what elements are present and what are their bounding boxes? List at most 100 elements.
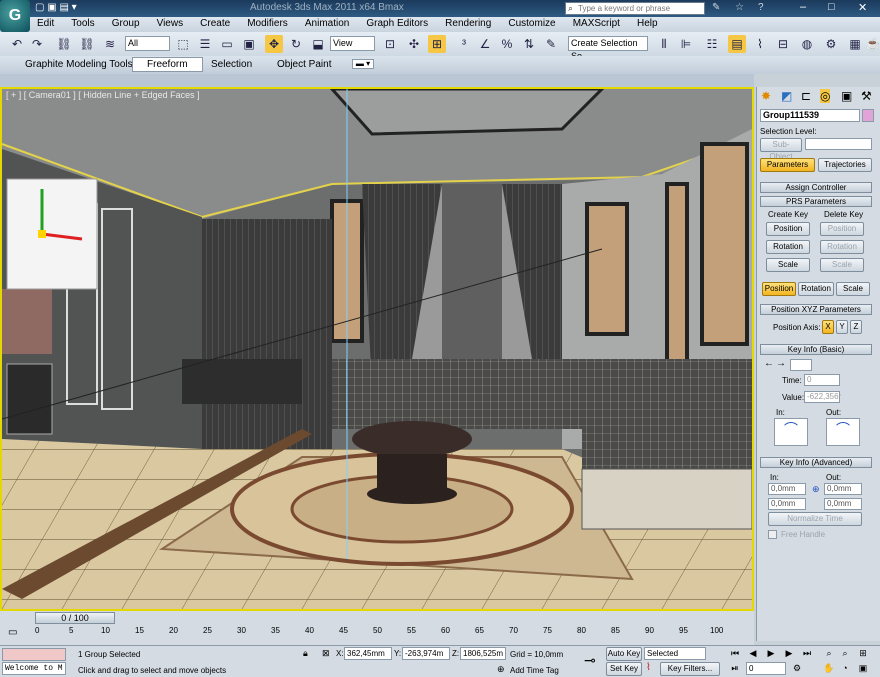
create-position-key-button[interactable]: Position [766, 222, 810, 236]
orbit-icon[interactable]: ◔ [838, 662, 852, 674]
create-rotation-key-button[interactable]: Rotation [766, 240, 810, 254]
curve-editor-icon[interactable]: ⌇ [751, 35, 769, 53]
previous-frame-icon[interactable]: ◀ [746, 647, 760, 659]
question-icon[interactable]: ? [758, 2, 764, 13]
add-time-tag[interactable]: Add Time Tag [510, 666, 559, 675]
unlink-icon[interactable]: ⛓ [78, 35, 96, 53]
axis-y-button[interactable]: Y [836, 320, 848, 334]
motion-tab-icon[interactable]: ◎ [820, 89, 831, 103]
axis-x-button[interactable]: X [822, 320, 834, 334]
menu-graph-editors[interactable]: Graph Editors [359, 17, 435, 30]
link-icon[interactable]: ⛓ [55, 35, 73, 53]
menu-help[interactable]: Help [630, 17, 665, 30]
default-tangent-icon[interactable]: ⌇ [646, 662, 651, 673]
minimize-button[interactable]: – [800, 1, 806, 13]
tab-selection[interactable]: Selection [211, 59, 252, 70]
play-icon[interactable]: ▶ [764, 647, 778, 659]
create-scale-key-button[interactable]: Scale [766, 258, 810, 272]
render-setup-icon[interactable]: ⚙ [822, 35, 840, 53]
key-mode-toggle-icon[interactable]: ⏯ [728, 662, 742, 674]
rotate-icon[interactable]: ↻ [287, 35, 305, 53]
move-icon[interactable]: ✥ [265, 35, 283, 53]
menu-rendering[interactable]: Rendering [438, 17, 498, 30]
prev-key-icon[interactable]: ← [764, 358, 774, 369]
bind-space-warp-icon[interactable]: ≋ [101, 35, 119, 53]
redo-icon[interactable]: ↷ [28, 35, 46, 53]
absolute-mode-icon[interactable]: ⊠ [322, 648, 330, 659]
adv-out-field[interactable]: 0,0mm [824, 483, 862, 495]
adv-out-field-2[interactable]: 0,0mm [824, 498, 862, 510]
object-color-swatch[interactable] [862, 109, 874, 122]
camera-viewport[interactable]: [ + ] [ Camera01 ] [ Hidden Line + Edged… [0, 87, 754, 611]
position-toggle-button[interactable]: Position [762, 282, 796, 296]
scale-toggle-button[interactable]: Scale [836, 282, 870, 296]
search-input[interactable]: Type a keyword or phrase [565, 2, 705, 15]
current-frame-field[interactable]: 0 [746, 662, 786, 675]
adv-in-field-2[interactable]: 0,0mm [768, 498, 806, 510]
auto-key-button[interactable]: Auto Key [606, 647, 642, 661]
scale-icon[interactable]: ⬓ [309, 35, 327, 53]
maxscript-mini-listener[interactable]: Welcome to M [2, 662, 66, 675]
x-coord-field[interactable]: 362,45mm [344, 647, 392, 660]
set-key-button[interactable]: Set Key [606, 662, 642, 676]
viewport-label[interactable]: [ + ] [ Camera01 ] [ Hidden Line + Edged… [6, 90, 200, 100]
delete-position-key-button[interactable]: Position [820, 222, 864, 236]
delete-scale-key-button[interactable]: Scale [820, 258, 864, 272]
y-coord-field[interactable]: -263,974m [402, 647, 450, 660]
next-key-icon[interactable]: → [776, 358, 786, 369]
app-logo-icon[interactable]: G [0, 0, 30, 32]
track-bar[interactable]: ▭ 0 5 10 15 20 25 30 35 40 45 50 55 60 6… [0, 625, 754, 645]
create-tab-icon[interactable]: ✸ [761, 89, 771, 103]
selection-lock-icon[interactable]: 🔒︎ [303, 648, 308, 659]
ribbon-options-icon[interactable]: ▬ ▾ [352, 59, 374, 69]
snap-icon[interactable]: ³ [455, 35, 473, 53]
spinner-snap-icon[interactable]: ⇅ [520, 35, 538, 53]
hierarchy-tab-icon[interactable]: ⊏ [801, 89, 811, 103]
menu-edit[interactable]: Edit [30, 17, 61, 30]
go-to-start-icon[interactable]: ⏮ [728, 647, 742, 659]
menu-maxscript[interactable]: MAXScript [566, 17, 627, 30]
tab-parameters[interactable]: Parameters [760, 158, 815, 172]
undo-icon[interactable]: ↶ [8, 35, 26, 53]
free-handle-checkbox[interactable] [768, 530, 777, 539]
position-xyz-rollout[interactable]: Position XYZ Parameters [760, 304, 872, 315]
normalize-time-button[interactable]: Normalize Time [768, 512, 862, 526]
edit-named-sel-icon[interactable]: ✎ [542, 35, 560, 53]
pivot-icon[interactable]: ⊡ [381, 35, 399, 53]
time-slider[interactable]: 0 / 100 [35, 612, 115, 624]
pan-icon[interactable]: ✋ [822, 662, 836, 674]
axis-z-button[interactable]: Z [850, 320, 862, 334]
modify-tab-icon[interactable]: ◩ [781, 89, 792, 103]
menu-tools[interactable]: Tools [64, 17, 101, 30]
schematic-view-icon[interactable]: ⊟ [774, 35, 792, 53]
keyboard-shortcut-icon[interactable]: ⊞ [428, 35, 446, 53]
angle-snap-icon[interactable]: ∠ [476, 35, 494, 53]
tab-graphite-modeling[interactable]: Graphite Modeling Tools [25, 59, 133, 70]
percent-snap-icon[interactable]: % [498, 35, 516, 53]
delete-rotation-key-button[interactable]: Rotation [820, 240, 864, 254]
quick-access-icons[interactable]: ▢ ▣ ▤ ▾ [35, 2, 77, 13]
graphite-toggle-icon[interactable]: ▤ [728, 35, 746, 53]
select-by-name-icon[interactable]: ☰ [196, 35, 214, 53]
close-button[interactable]: ✕ [858, 1, 867, 14]
menu-modifiers[interactable]: Modifiers [240, 17, 295, 30]
rotation-toggle-button[interactable]: Rotation [798, 282, 834, 296]
key-number-field[interactable] [790, 359, 812, 371]
next-frame-icon[interactable]: ▶ [782, 647, 796, 659]
maximize-viewport-icon[interactable]: ▣ [856, 662, 870, 674]
mini-curve-editor-icon[interactable]: ▭ [8, 627, 17, 638]
z-coord-field[interactable]: 1806,525m [460, 647, 506, 660]
in-tangent-icon[interactable]: ⌒ [774, 418, 808, 446]
adv-in-field[interactable]: 0,0mm [768, 483, 806, 495]
menu-create[interactable]: Create [193, 17, 237, 30]
out-tangent-icon[interactable]: ⌒ [826, 418, 860, 446]
utilities-tab-icon[interactable]: ⚒ [861, 89, 872, 103]
display-tab-icon[interactable]: ▣ [841, 89, 852, 103]
tab-object-paint[interactable]: Object Paint [277, 59, 331, 70]
key-icon[interactable]: ⊸ [584, 652, 596, 669]
sub-object-button[interactable]: Sub-Object [760, 138, 802, 161]
ref-coord-dropdown[interactable]: View [330, 36, 375, 51]
rendered-frame-icon[interactable]: ▦ [846, 35, 864, 53]
star-icon[interactable]: ☆ [735, 2, 744, 13]
zoom-all-icon[interactable]: ⌕ [838, 647, 852, 659]
